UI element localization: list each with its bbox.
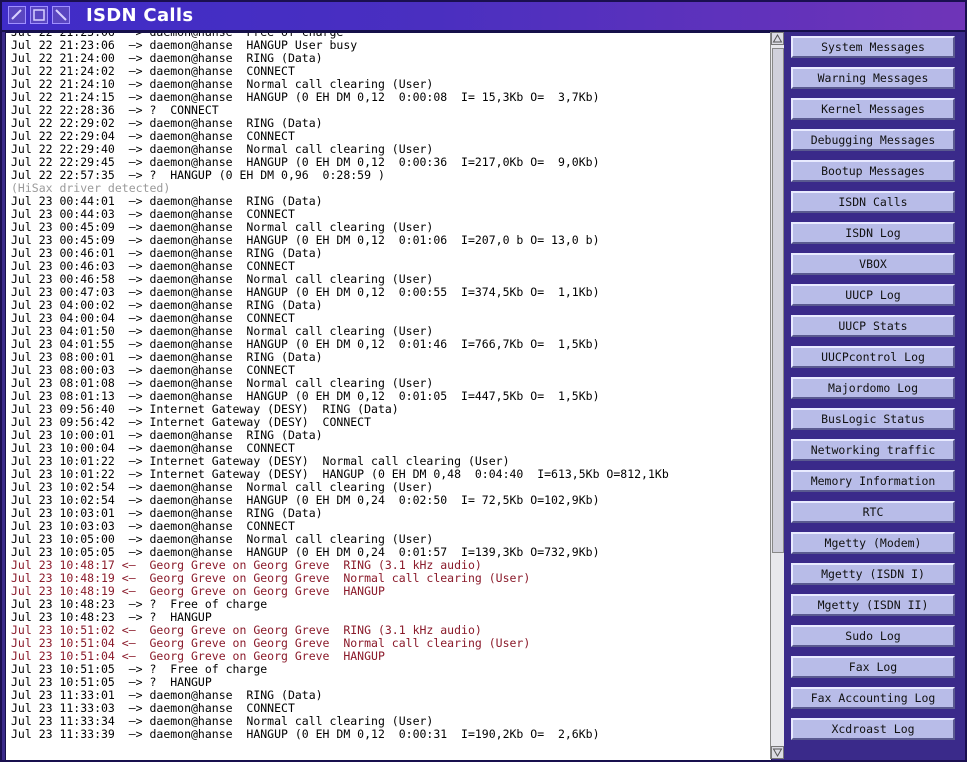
menu-button-fax-log[interactable]: Fax Log bbox=[791, 656, 955, 678]
menu-button-isdn-log[interactable]: ISDN Log bbox=[791, 222, 955, 244]
log-selector-panel: System Messages Warning Messages Kernel Me… bbox=[785, 32, 965, 759]
scroll-down-button[interactable] bbox=[771, 746, 784, 759]
log-view[interactable]: Jul 22 21:23:06 —> daemon@hanse Free of … bbox=[5, 32, 772, 761]
menu-button-kernel-messages[interactable]: Kernel Messages bbox=[791, 98, 955, 120]
menu-button-system-messages[interactable]: System Messages bbox=[791, 36, 955, 58]
title-bar[interactable]: ISDN Calls bbox=[2, 2, 965, 32]
menu-button-networking-traffic[interactable]: Networking traffic bbox=[791, 439, 955, 461]
window-minimize-button[interactable] bbox=[30, 6, 48, 24]
menu-button-bootup-messages[interactable]: Bootup Messages bbox=[791, 160, 955, 182]
menu-button-xcdroast-log[interactable]: Xcdroast Log bbox=[791, 718, 955, 740]
menu-button-isdn-calls[interactable]: ISDN Calls bbox=[791, 191, 955, 213]
log-scrollbar[interactable] bbox=[770, 32, 784, 759]
scroll-down-icon bbox=[772, 748, 783, 758]
menu-button-uucp-stats[interactable]: UUCP Stats bbox=[791, 315, 955, 337]
menu-button-sudo-log[interactable]: Sudo Log bbox=[791, 625, 955, 647]
menu-button-warning-messages[interactable]: Warning Messages bbox=[791, 67, 955, 89]
menu-button-memory-information[interactable]: Memory Information bbox=[791, 470, 955, 492]
isdn-calls-window: ISDN Calls Jul 22 21:23:06 —> daemon@han… bbox=[0, 0, 967, 762]
window-maximize-button[interactable] bbox=[52, 6, 70, 24]
log-lines: Jul 22 21:23:06 —> daemon@hanse Free of … bbox=[11, 33, 669, 741]
scroll-thumb[interactable] bbox=[772, 48, 784, 553]
maximize-icon bbox=[55, 9, 67, 21]
menu-button-mgetty-modem[interactable]: Mgetty (Modem) bbox=[791, 532, 955, 554]
window-title: ISDN Calls bbox=[86, 5, 194, 26]
log-line: Jul 23 11:33:39 —> daemon@hanse HANGUP (… bbox=[11, 727, 600, 741]
menu-button-vbox[interactable]: VBOX bbox=[791, 253, 955, 275]
menu-button-rtc[interactable]: RTC bbox=[791, 501, 955, 523]
menu-button-mgetty-isdn-i[interactable]: Mgetty (ISDN I) bbox=[791, 563, 955, 585]
menu-button-uucpcontrol-log[interactable]: UUCPcontrol Log bbox=[791, 346, 955, 368]
menu-icon bbox=[11, 9, 22, 20]
menu-button-fax-accounting-log[interactable]: Fax Accounting Log bbox=[791, 687, 955, 709]
menu-button-mgetty-isdn-ii[interactable]: Mgetty (ISDN II) bbox=[791, 594, 955, 616]
scroll-up-icon bbox=[772, 33, 783, 43]
scroll-up-button[interactable] bbox=[771, 32, 784, 45]
menu-button-debugging-messages[interactable]: Debugging Messages bbox=[791, 129, 955, 151]
minimize-icon bbox=[33, 9, 45, 21]
window-menu-button[interactable] bbox=[8, 6, 26, 24]
menu-button-buslogic-status[interactable]: BusLogic Status bbox=[791, 408, 955, 430]
menu-button-majordomo-log[interactable]: Majordomo Log bbox=[791, 377, 955, 399]
menu-button-uucp-log[interactable]: UUCP Log bbox=[791, 284, 955, 306]
